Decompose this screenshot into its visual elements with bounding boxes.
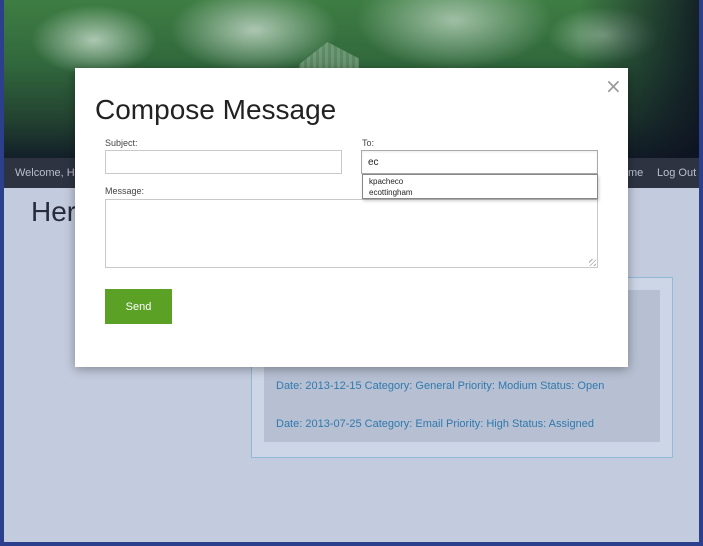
to-label: To: (362, 138, 375, 148)
subject-label: Subject: (105, 138, 138, 148)
close-icon[interactable]: × (605, 76, 622, 96)
to-input[interactable] (361, 150, 598, 174)
compose-message-dialog: × Compose Message Subject: To: Message: … (75, 68, 628, 367)
autocomplete-item[interactable]: kpacheco (369, 177, 403, 186)
send-button[interactable]: Send (105, 289, 172, 324)
message-textarea[interactable] (105, 199, 598, 268)
message-label: Message: (105, 186, 145, 196)
subject-input[interactable] (105, 150, 342, 174)
resize-handle[interactable] (589, 259, 596, 266)
autocomplete-item[interactable]: ecottingham (369, 188, 413, 197)
recipient-autocomplete: kpacheco ecottingham (362, 174, 598, 199)
dialog-title: Compose Message (95, 94, 337, 125)
